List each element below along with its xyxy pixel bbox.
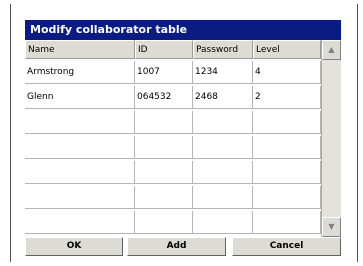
- table-cell-level[interactable]: 2: [253, 86, 321, 109]
- table-cell-password[interactable]: [193, 136, 253, 159]
- ok-button[interactable]: OK: [25, 237, 123, 256]
- table-cell-password[interactable]: [193, 211, 253, 234]
- table-cell-password[interactable]: 2468: [193, 86, 253, 109]
- table-cell-password[interactable]: 1234: [193, 61, 253, 84]
- table-cell-level[interactable]: [253, 161, 321, 184]
- table-cell-id[interactable]: [135, 136, 193, 159]
- table-cell-password[interactable]: [193, 186, 253, 209]
- column-header-level[interactable]: Level: [253, 40, 321, 59]
- scroll-down-icon[interactable]: ▼: [322, 217, 341, 237]
- table-cell-id[interactable]: [135, 161, 193, 184]
- dialog-title: Modify collaborator table: [25, 20, 341, 40]
- column-header-id[interactable]: ID: [135, 40, 193, 59]
- collaborator-table: Name ID Password Level Armstrong 1007 1234 4 Gle…: [25, 40, 321, 237]
- table-cell-id[interactable]: 1007: [135, 61, 193, 84]
- cancel-button[interactable]: Cancel: [232, 237, 341, 256]
- add-button[interactable]: Add: [127, 237, 226, 256]
- table-cell-name[interactable]: [25, 136, 135, 159]
- table-cell-id[interactable]: 064532: [135, 86, 193, 109]
- column-header-name[interactable]: Name: [25, 40, 135, 59]
- scroll-up-icon[interactable]: ▲: [322, 40, 341, 60]
- table-cell-level[interactable]: [253, 211, 321, 234]
- vertical-scrollbar[interactable]: ▲ ▼: [321, 40, 341, 237]
- modify-collaborator-dialog: Modify collaborator table Name ID Password…: [25, 20, 341, 256]
- table-cell-name[interactable]: [25, 111, 135, 134]
- column-header-password[interactable]: Password: [193, 40, 253, 59]
- table-cell-id[interactable]: [135, 211, 193, 234]
- table-cell-level[interactable]: [253, 186, 321, 209]
- table-cell-level[interactable]: [253, 136, 321, 159]
- table-cell-id[interactable]: [135, 186, 193, 209]
- table-cell-name[interactable]: Glenn: [25, 86, 135, 109]
- table-cell-password[interactable]: [193, 161, 253, 184]
- table-cell-name[interactable]: [25, 186, 135, 209]
- table-cell-name[interactable]: Armstrong: [25, 61, 135, 84]
- button-bar: OK Add Cancel: [25, 237, 341, 256]
- table-cell-name[interactable]: [25, 161, 135, 184]
- table-cell-name[interactable]: [25, 211, 135, 234]
- table-cell-level[interactable]: [253, 111, 321, 134]
- table-cell-id[interactable]: [135, 111, 193, 134]
- table-cell-level[interactable]: 4: [253, 61, 321, 84]
- table-cell-password[interactable]: [193, 111, 253, 134]
